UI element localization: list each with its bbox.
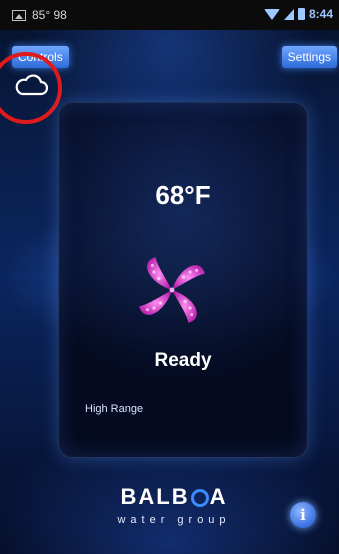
- temperature-display: 68°F: [155, 180, 211, 210]
- signal-icon: [283, 8, 294, 20]
- pump-pinwheel-icon: [139, 257, 205, 323]
- range-label: High Range: [85, 403, 144, 415]
- info-button[interactable]: i: [290, 502, 316, 528]
- wifi-icon: [263, 8, 280, 20]
- status-bar: 85° 98 8:44: [0, 0, 339, 30]
- logo-o-mark: [190, 489, 209, 507]
- logo-tagline: water group: [117, 514, 231, 526]
- battery-icon: [297, 8, 305, 20]
- logo-wordmark: BALB A: [94, 484, 254, 510]
- balboa-logo: BALB A water group: [94, 484, 254, 526]
- status-left: 85° 98: [12, 8, 67, 22]
- status-left-text: 85° 98: [32, 8, 67, 22]
- logo-text-start: BALB: [120, 484, 190, 509]
- spa-status-card: 68°F Ready High Range: [58, 102, 308, 458]
- app-screen: 85° 98 8:44 Controls Settings 68°F Ready…: [0, 0, 339, 554]
- logo-text-end: A: [209, 484, 228, 509]
- status-clock: 8:44: [308, 7, 333, 21]
- settings-button[interactable]: Settings: [281, 46, 337, 68]
- status-label: Ready: [154, 350, 212, 371]
- image-icon: [12, 9, 26, 21]
- status-right: 8:44: [263, 7, 333, 21]
